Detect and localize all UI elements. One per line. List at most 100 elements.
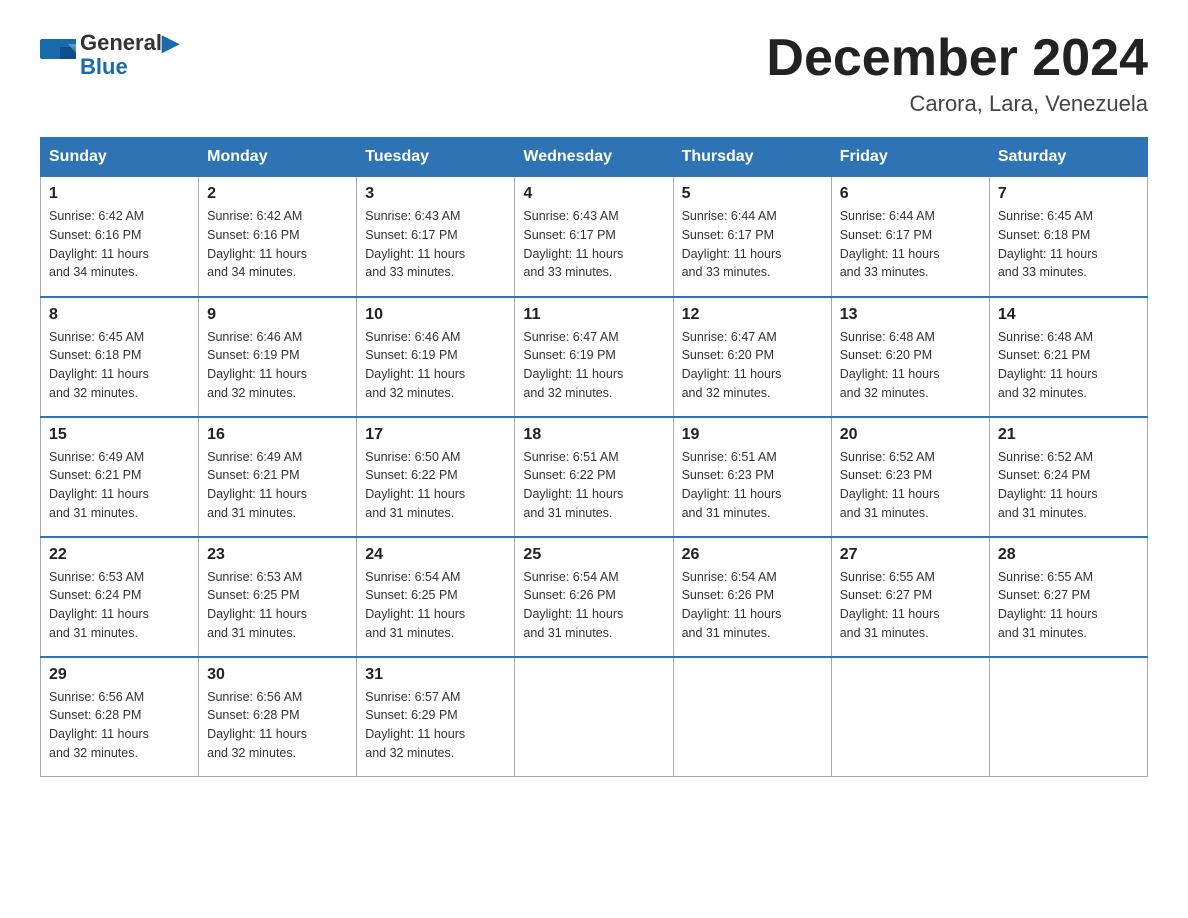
calendar-cell: 27 Sunrise: 6:55 AMSunset: 6:27 PMDayligh…: [831, 537, 989, 657]
day-number: 8: [49, 306, 190, 324]
weekday-header-thursday: Thursday: [673, 138, 831, 177]
day-info: Sunrise: 6:45 AMSunset: 6:18 PMDaylight:…: [49, 328, 190, 403]
day-number: 7: [998, 185, 1139, 203]
calendar-cell: 30 Sunrise: 6:56 AMSunset: 6:28 PMDayligh…: [199, 657, 357, 777]
calendar-cell: 13 Sunrise: 6:48 AMSunset: 6:20 PMDayligh…: [831, 297, 989, 417]
day-number: 5: [682, 185, 823, 203]
day-info: Sunrise: 6:51 AMSunset: 6:22 PMDaylight:…: [523, 448, 664, 523]
day-info: Sunrise: 6:45 AMSunset: 6:18 PMDaylight:…: [998, 207, 1139, 282]
calendar-cell: 23 Sunrise: 6:53 AMSunset: 6:25 PMDayligh…: [199, 537, 357, 657]
calendar-cell: 29Sunrise: 6:56 AMSunset: 6:28 PMDayligh…: [41, 657, 199, 777]
day-info: Sunrise: 6:44 AMSunset: 6:17 PMDaylight:…: [840, 207, 981, 282]
calendar-cell: 21Sunrise: 6:52 AMSunset: 6:24 PMDayligh…: [989, 417, 1147, 537]
weekday-header-friday: Friday: [831, 138, 989, 177]
day-info: Sunrise: 6:47 AMSunset: 6:19 PMDaylight:…: [523, 328, 664, 403]
day-number: 11: [523, 306, 664, 324]
day-number: 9: [207, 306, 348, 324]
day-number: 14: [998, 306, 1139, 324]
calendar-week-row: 15 Sunrise: 6:49 AMSunset: 6:21 PMDayligh…: [41, 417, 1148, 537]
calendar-cell: 6 Sunrise: 6:44 AMSunset: 6:17 PMDaylight…: [831, 177, 989, 297]
day-number: 19: [682, 426, 823, 444]
calendar-header: December 2024 Carora, Lara, Venezuela: [766, 30, 1148, 117]
weekday-header-sunday: Sunday: [41, 138, 199, 177]
day-info: Sunrise: 6:55 AMSunset: 6:27 PMDaylight:…: [840, 568, 981, 643]
day-info: Sunrise: 6:56 AMSunset: 6:28 PMDaylight:…: [207, 688, 348, 763]
day-info: Sunrise: 6:49 AMSunset: 6:21 PMDaylight:…: [49, 448, 190, 523]
calendar-cell: 18 Sunrise: 6:51 AMSunset: 6:22 PMDayligh…: [515, 417, 673, 537]
day-info: Sunrise: 6:50 AMSunset: 6:22 PMDaylight:…: [365, 448, 506, 523]
calendar-cell: 24Sunrise: 6:54 AMSunset: 6:25 PMDayligh…: [357, 537, 515, 657]
day-number: 15: [49, 426, 190, 444]
logo-icon: [40, 39, 76, 69]
calendar-cell: 28 Sunrise: 6:55 AMSunset: 6:27 PMDayligh…: [989, 537, 1147, 657]
day-info: Sunrise: 6:52 AMSunset: 6:23 PMDaylight:…: [840, 448, 981, 523]
calendar-table: SundayMondayTuesdayWednesdayThursdayFrid…: [40, 137, 1148, 777]
day-info: Sunrise: 6:49 AMSunset: 6:21 PMDaylight:…: [207, 448, 348, 523]
day-number: 27: [840, 546, 981, 564]
calendar-week-row: 1Sunrise: 6:42 AMSunset: 6:16 PMDaylight…: [41, 177, 1148, 297]
calendar-cell: 16 Sunrise: 6:49 AMSunset: 6:21 PMDayligh…: [199, 417, 357, 537]
calendar-cell: 20 Sunrise: 6:52 AMSunset: 6:23 PMDayligh…: [831, 417, 989, 537]
weekday-header-row: SundayMondayTuesdayWednesdayThursdayFrid…: [41, 138, 1148, 177]
day-info: Sunrise: 6:43 AMSunset: 6:17 PMDaylight:…: [523, 207, 664, 282]
day-info: Sunrise: 6:46 AMSunset: 6:19 PMDaylight:…: [365, 328, 506, 403]
calendar-cell: [831, 657, 989, 777]
day-number: 24: [365, 546, 506, 564]
calendar-cell: [515, 657, 673, 777]
day-info: Sunrise: 6:54 AMSunset: 6:26 PMDaylight:…: [682, 568, 823, 643]
calendar-cell: 26 Sunrise: 6:54 AMSunset: 6:26 PMDayligh…: [673, 537, 831, 657]
calendar-cell: 3Sunrise: 6:43 AMSunset: 6:17 PMDaylight…: [357, 177, 515, 297]
day-info: Sunrise: 6:42 AMSunset: 6:16 PMDaylight:…: [49, 207, 190, 282]
logo: General▶ Blue: [40, 30, 179, 78]
logo-text: General▶ Blue: [80, 30, 179, 78]
day-number: 22: [49, 546, 190, 564]
calendar-cell: 5 Sunrise: 6:44 AMSunset: 6:17 PMDaylight…: [673, 177, 831, 297]
weekday-header-wednesday: Wednesday: [515, 138, 673, 177]
day-info: Sunrise: 6:42 AMSunset: 6:16 PMDaylight:…: [207, 207, 348, 282]
calendar-cell: 7 Sunrise: 6:45 AMSunset: 6:18 PMDaylight…: [989, 177, 1147, 297]
calendar-cell: 2 Sunrise: 6:42 AMSunset: 6:16 PMDaylight…: [199, 177, 357, 297]
day-number: 30: [207, 666, 348, 684]
weekday-header-monday: Monday: [199, 138, 357, 177]
calendar-cell: 4 Sunrise: 6:43 AMSunset: 6:17 PMDaylight…: [515, 177, 673, 297]
day-number: 26: [682, 546, 823, 564]
day-number: 25: [523, 546, 664, 564]
day-info: Sunrise: 6:53 AMSunset: 6:24 PMDaylight:…: [49, 568, 190, 643]
day-number: 20: [840, 426, 981, 444]
day-number: 28: [998, 546, 1139, 564]
day-number: 18: [523, 426, 664, 444]
day-number: 16: [207, 426, 348, 444]
day-number: 21: [998, 426, 1139, 444]
day-info: Sunrise: 6:55 AMSunset: 6:27 PMDaylight:…: [998, 568, 1139, 643]
calendar-cell: [989, 657, 1147, 777]
calendar-cell: [673, 657, 831, 777]
logo-blue-text: Blue: [80, 56, 179, 78]
day-number: 17: [365, 426, 506, 444]
day-number: 2: [207, 185, 348, 203]
day-info: Sunrise: 6:48 AMSunset: 6:21 PMDaylight:…: [998, 328, 1139, 403]
day-number: 4: [523, 185, 664, 203]
day-number: 29: [49, 666, 190, 684]
day-number: 12: [682, 306, 823, 324]
calendar-cell: 11 Sunrise: 6:47 AMSunset: 6:19 PMDayligh…: [515, 297, 673, 417]
day-info: Sunrise: 6:53 AMSunset: 6:25 PMDaylight:…: [207, 568, 348, 643]
day-number: 23: [207, 546, 348, 564]
day-info: Sunrise: 6:51 AMSunset: 6:23 PMDaylight:…: [682, 448, 823, 523]
day-number: 31: [365, 666, 506, 684]
day-number: 6: [840, 185, 981, 203]
calendar-cell: 8 Sunrise: 6:45 AMSunset: 6:18 PMDaylight…: [41, 297, 199, 417]
day-number: 13: [840, 306, 981, 324]
day-info: Sunrise: 6:57 AMSunset: 6:29 PMDaylight:…: [365, 688, 506, 763]
calendar-cell: 31 Sunrise: 6:57 AMSunset: 6:29 PMDayligh…: [357, 657, 515, 777]
logo-blue: ▶: [162, 30, 179, 55]
calendar-cell: 17 Sunrise: 6:50 AMSunset: 6:22 PMDayligh…: [357, 417, 515, 537]
day-info: Sunrise: 6:48 AMSunset: 6:20 PMDaylight:…: [840, 328, 981, 403]
day-info: Sunrise: 6:46 AMSunset: 6:19 PMDaylight:…: [207, 328, 348, 403]
calendar-cell: 12Sunrise: 6:47 AMSunset: 6:20 PMDayligh…: [673, 297, 831, 417]
weekday-header-tuesday: Tuesday: [357, 138, 515, 177]
calendar-week-row: 8 Sunrise: 6:45 AMSunset: 6:18 PMDaylight…: [41, 297, 1148, 417]
calendar-week-row: 29 Sunrise: 6:56 AMSunset: 6:28 PMDayligh…: [41, 657, 1148, 777]
day-info: Sunrise: 6:54 AMSunset: 6:26 PMDaylight:…: [523, 568, 664, 643]
calendar-week-row: 22 Sunrise: 6:53 AMSunset: 6:24 PMDayligh…: [41, 537, 1148, 657]
day-info: Sunrise: 6:44 AMSunset: 6:17 PMDaylight:…: [682, 207, 823, 282]
